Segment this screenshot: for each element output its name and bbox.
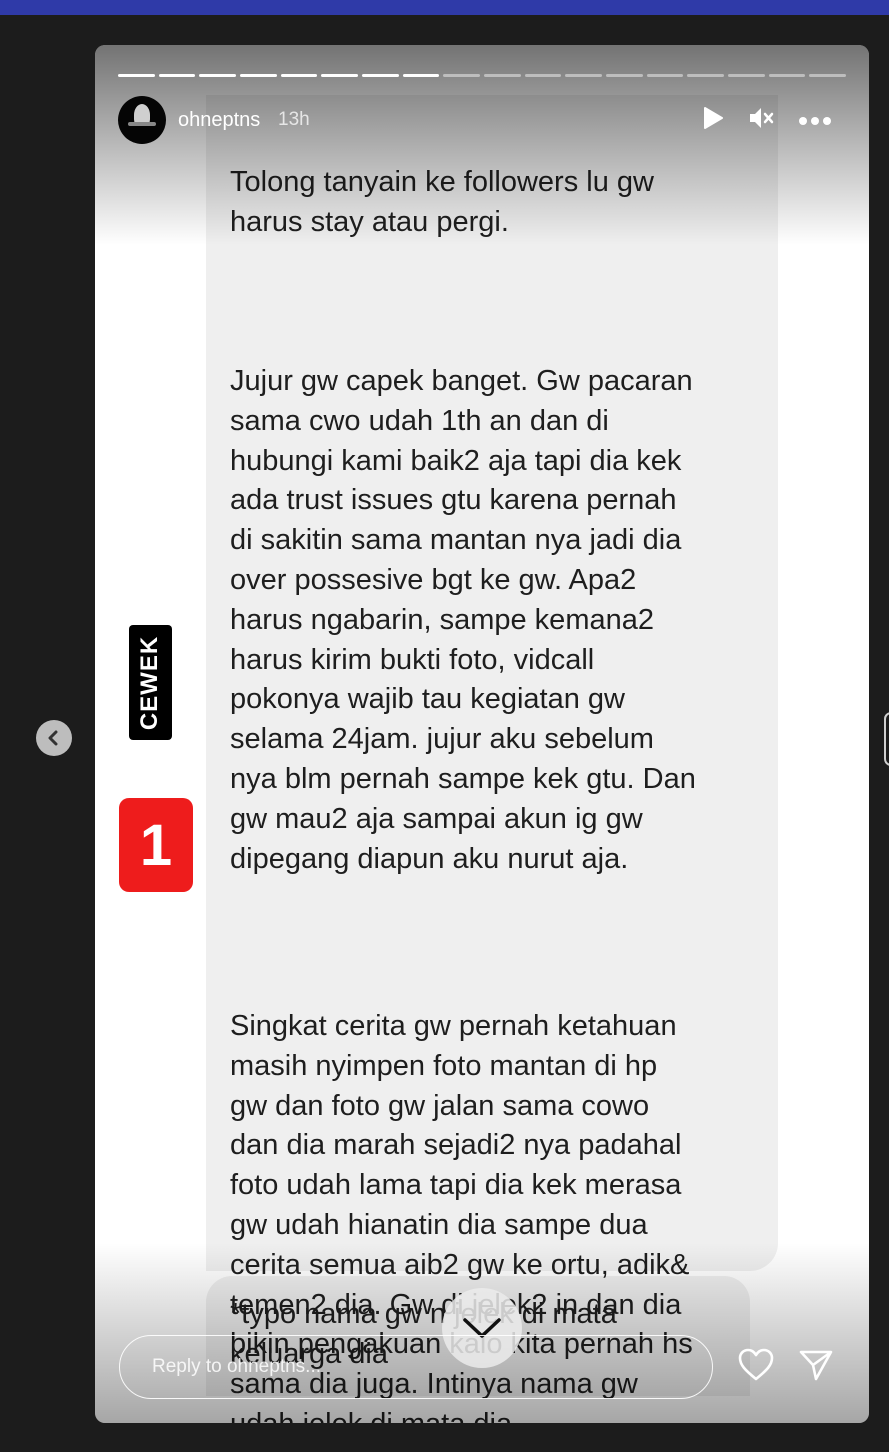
progress-segment: [565, 74, 603, 77]
progress-segment: [362, 74, 399, 77]
progress-segment: [280, 74, 318, 77]
story-username[interactable]: ohneptns: [178, 109, 260, 132]
story-timestamp: 13h: [278, 109, 310, 130]
browser-top-bar: [0, 0, 889, 15]
send-icon[interactable]: [798, 1347, 834, 1388]
heart-icon[interactable]: [737, 1347, 775, 1388]
gender-label: CEWEK: [129, 625, 172, 740]
story-viewer: ohneptns 13h Tolong tanyain ke followers…: [95, 45, 869, 1423]
previous-story-button[interactable]: [36, 720, 72, 756]
progress-segment: [768, 74, 806, 77]
progress-segment: [809, 74, 847, 77]
reply-field[interactable]: [119, 1335, 713, 1399]
progress-segment: [321, 74, 359, 77]
progress-segment: [484, 74, 521, 77]
gender-label-text: CEWEK: [136, 635, 164, 730]
play-icon[interactable]: [701, 105, 725, 136]
more-icon[interactable]: [798, 113, 832, 131]
chevron-left-icon: [48, 730, 58, 746]
message-paragraph: Jujur gw capek banget. Gw pacaran sama c…: [230, 364, 696, 875]
message-paragraph: Tolong tanyain ke followers lu gw harus …: [230, 165, 654, 238]
progress-segment: [728, 74, 765, 77]
progress-segment: [606, 74, 643, 77]
message-text: Tolong tanyain ke followers lu gw harus …: [230, 123, 760, 1423]
progress-segment: [118, 74, 155, 77]
progress-segment: [687, 74, 725, 77]
progress-segment: [443, 74, 481, 77]
story-progress-bar: [118, 74, 847, 77]
progress-segment: [402, 74, 440, 77]
progress-segment: [158, 74, 196, 77]
reply-input[interactable]: [150, 1355, 712, 1379]
next-story-edge[interactable]: [884, 712, 889, 766]
progress-segment: [240, 74, 277, 77]
progress-segment: [199, 74, 237, 77]
progress-segment: [524, 74, 562, 77]
number-badge: 1: [119, 798, 193, 892]
progress-segment: [646, 74, 684, 77]
mute-icon[interactable]: [747, 105, 775, 136]
avatar[interactable]: [118, 96, 166, 144]
avatar-emblem: [128, 122, 156, 126]
